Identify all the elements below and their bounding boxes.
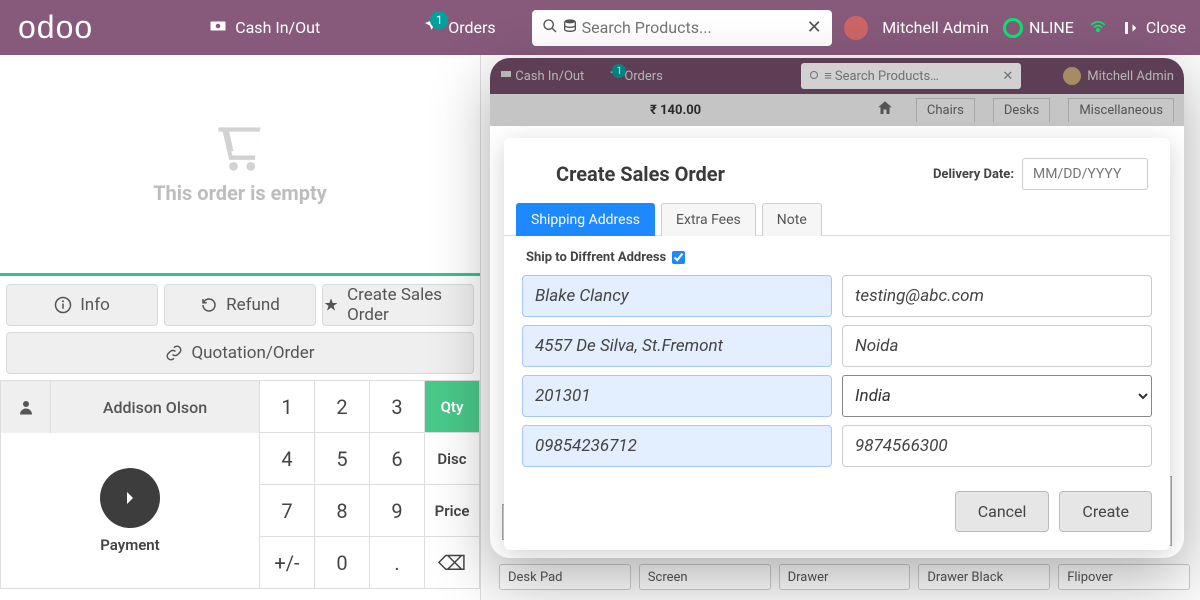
product-card[interactable]: Flipover: [1058, 564, 1190, 590]
person-icon: [17, 398, 35, 416]
cash-icon: [209, 17, 227, 39]
info-icon: [54, 296, 72, 314]
orders-icon-wrap: 1: [422, 17, 440, 39]
zip-input[interactable]: [522, 375, 832, 417]
cash-in-out-button[interactable]: Cash In/Out: [193, 9, 336, 47]
numpad-1[interactable]: 1: [260, 381, 315, 433]
ship-different-address-checkbox[interactable]: Ship to Diffrent Address: [522, 244, 1152, 275]
payment-button[interactable]: [100, 468, 160, 528]
avatar[interactable]: [844, 16, 868, 40]
bg-cat: Miscellaneous: [1068, 98, 1174, 122]
info-button[interactable]: Info: [6, 284, 158, 326]
name-input[interactable]: [522, 275, 832, 317]
create-sales-order-button[interactable]: Create Sales Order: [322, 284, 474, 326]
topbar: odoo Cash In/Out 1 Orders ✕ Mitchell Adm…: [0, 0, 1200, 55]
tab-extra-fees[interactable]: Extra Fees: [661, 203, 756, 236]
bg-cat: Chairs: [916, 98, 975, 122]
address-input[interactable]: [522, 325, 832, 367]
delivery-date-input[interactable]: [1022, 158, 1148, 190]
search-clear-icon[interactable]: ✕: [807, 17, 822, 38]
orders-label: Orders: [448, 18, 495, 37]
phone1-input[interactable]: [522, 425, 832, 467]
email-input[interactable]: [842, 275, 1152, 317]
numpad-0[interactable]: 0: [315, 537, 370, 589]
bg-orders: 1 Orders: [608, 68, 663, 84]
bg-total: ₹ 140.00: [650, 103, 701, 118]
numpad-7[interactable]: 7: [260, 485, 315, 537]
tab-note[interactable]: Note: [762, 203, 822, 236]
country-select[interactable]: India: [842, 375, 1152, 417]
phone2-input[interactable]: [842, 425, 1152, 467]
numpad-8[interactable]: 8: [315, 485, 370, 537]
numpad-price[interactable]: Price: [425, 485, 480, 537]
numpad-5[interactable]: 5: [315, 433, 370, 485]
payment-label: Payment: [100, 536, 159, 554]
refund-button[interactable]: Refund: [164, 284, 316, 326]
database-icon: [562, 18, 578, 38]
refund-icon: [200, 296, 218, 314]
search-input[interactable]: [582, 18, 807, 37]
numpad-2[interactable]: 2: [315, 381, 370, 433]
bg-user: Mitchell Admin: [1063, 67, 1174, 85]
numpad-dot[interactable]: .: [370, 537, 425, 589]
search-icon: [542, 18, 558, 38]
link-icon: [165, 344, 183, 362]
numpad-3[interactable]: 3: [370, 381, 425, 433]
numpad-backspace[interactable]: ⌫: [425, 537, 480, 589]
online-dot-icon: [1003, 18, 1023, 38]
search-box[interactable]: ✕: [532, 10, 832, 46]
modal-title: Create Sales Order: [556, 162, 725, 186]
orders-badge: 1: [430, 11, 448, 29]
empty-cart-text: This order is empty: [153, 181, 327, 205]
user-name[interactable]: Mitchell Admin: [882, 18, 989, 37]
home-icon: [876, 99, 894, 121]
wifi-icon: [1088, 15, 1108, 40]
bg-cash: Cash In/Out: [500, 68, 584, 84]
info-label: Info: [80, 295, 110, 315]
cart-icon: [214, 123, 266, 175]
create-sales-order-modal: Create Sales Order Delivery Date: Shippi…: [504, 138, 1170, 550]
refund-label: Refund: [226, 295, 280, 315]
product-card[interactable]: Screen: [639, 564, 771, 590]
customer-button[interactable]: [1, 381, 51, 433]
online-label: NLINE: [1029, 18, 1074, 37]
quotation-order-button[interactable]: Quotation/Order: [6, 332, 474, 374]
close-label: Close: [1146, 18, 1186, 37]
close-button[interactable]: Close: [1122, 18, 1186, 37]
ship-diff-label: Ship to Diffrent Address: [526, 250, 666, 265]
product-card[interactable]: Desk Pad: [499, 564, 631, 590]
numpad-9[interactable]: 9: [370, 485, 425, 537]
product-card[interactable]: Drawer Black: [918, 564, 1050, 590]
product-card[interactable]: Drawer: [779, 564, 911, 590]
delivery-date-label: Delivery Date:: [933, 167, 1014, 182]
create-button[interactable]: Create: [1059, 491, 1152, 532]
quote-label: Quotation/Order: [191, 343, 314, 363]
orders-button[interactable]: 1 Orders: [406, 9, 511, 47]
numpad-plusminus[interactable]: +/-: [260, 537, 315, 589]
create-so-label: Create Sales Order: [347, 285, 473, 325]
online-status: NLINE: [1003, 18, 1074, 38]
logo: odoo: [18, 9, 93, 46]
numpad-4[interactable]: 4: [260, 433, 315, 485]
ship-diff-checkbox[interactable]: [672, 251, 685, 264]
star-icon: [323, 296, 339, 314]
popup: Cash In/Out 1 Orders ≡ Search Products… …: [490, 58, 1184, 558]
bg-cat: Desks: [993, 98, 1050, 122]
cash-label: Cash In/Out: [235, 18, 320, 37]
bg-search: ≡ Search Products… ✕: [801, 63, 1021, 89]
tab-shipping-address[interactable]: Shipping Address: [516, 203, 655, 236]
numpad-qty[interactable]: Qty: [425, 381, 480, 433]
numpad-disc[interactable]: Disc: [425, 433, 480, 485]
chevron-right-icon: [118, 486, 142, 510]
empty-cart: This order is empty: [0, 55, 480, 273]
numpad-6[interactable]: 6: [370, 433, 425, 485]
customer-name[interactable]: Addison Olson: [51, 381, 259, 433]
city-input[interactable]: [842, 325, 1152, 367]
cancel-button[interactable]: Cancel: [955, 491, 1050, 532]
